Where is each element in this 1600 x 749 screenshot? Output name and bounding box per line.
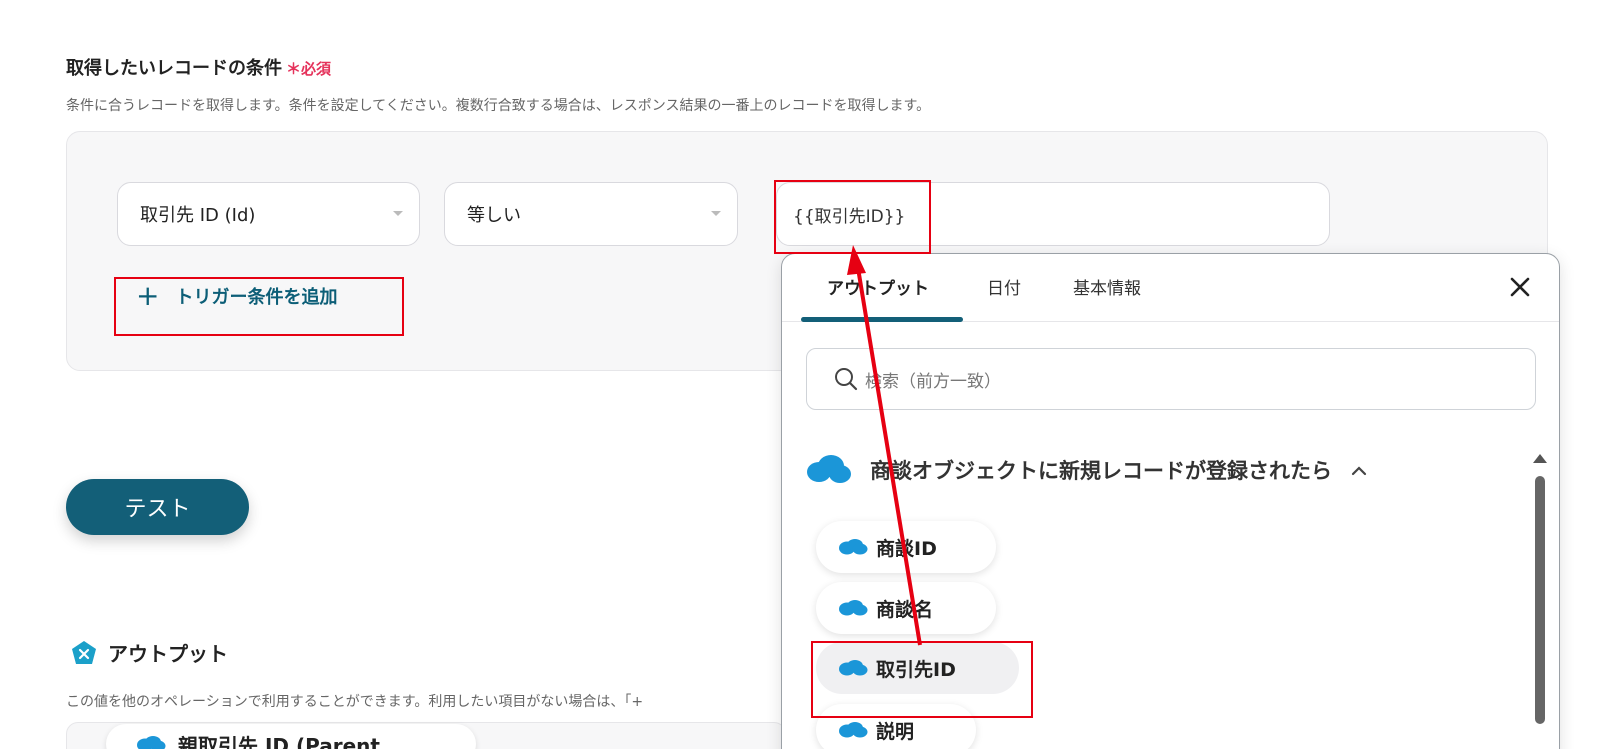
scroll-up-arrow-icon[interactable] [1533,454,1547,463]
chevron-down-icon [711,211,721,216]
output-item-label: 親取引先 ID (Parent… [178,733,400,749]
group-header[interactable]: 商談オブジェクトに新規レコードが登録されたら [806,454,1368,486]
field-select-value: 取引先 ID (Id) [140,205,256,226]
variable-picker-popup: アウトプット 日付 基本情報 検索（前方一致） 商談オブジェクトに新規レコードが… [781,253,1560,749]
tab-date[interactable]: 日付 [987,274,1021,299]
output-title-text: アウトプット [108,642,228,666]
search-input[interactable]: 検索（前方一致） [806,348,1536,410]
popup-tabs: アウトプット 日付 基本情報 [782,254,1559,322]
salesforce-cloud-icon [807,455,851,483]
item-label: 商談名 [876,598,934,621]
item-label: 取引先ID [876,658,956,681]
operator-select-value: 等しい [467,205,521,226]
salesforce-cloud-icon [839,600,868,616]
field-select[interactable]: 取引先 ID (Id) [117,182,420,246]
condition-value-input[interactable]: {{取引先ID}} [776,182,1330,246]
output-item-opportunity-name[interactable]: 商談名 [816,582,996,634]
active-tab-indicator [801,317,963,322]
section-description: 条件に合うレコードを取得します。条件を設定してください。複数行合致する場合は、レ… [66,98,931,114]
close-icon[interactable] [1505,272,1535,302]
item-label: 商談ID [876,537,937,560]
group-title: 商談オブジェクトに新規レコードが登録されたら [870,459,1332,483]
test-button[interactable]: テスト [66,479,249,535]
salesforce-cloud-icon [137,736,166,749]
tab-output[interactable]: アウトプット [827,274,929,299]
plus-icon: + [136,279,160,312]
output-section-title: アウトプット [70,638,228,667]
output-item-description[interactable]: 説明 [816,704,976,749]
search-placeholder: 検索（前方一致） [865,371,1001,392]
scrollbar[interactable] [1533,454,1547,724]
output-item-opportunity-id[interactable]: 商談ID [816,521,996,573]
add-trigger-condition-button[interactable]: + トリガー条件を追加 [136,282,337,310]
output-item-chip[interactable]: 親取引先 ID (Parent… [106,724,476,749]
output-pentagon-icon [72,640,96,664]
required-mark: ＊必須 [286,60,332,78]
chevron-up-icon [1351,466,1367,476]
operator-select[interactable]: 等しい [444,182,738,246]
section-title: 取得したいレコードの条件 ＊必須 [66,54,331,80]
tab-basic-info[interactable]: 基本情報 [1073,274,1141,299]
salesforce-cloud-icon [839,539,868,555]
condition-value-text: {{取引先ID}} [793,206,906,227]
salesforce-cloud-icon [839,660,868,676]
salesforce-cloud-icon [839,722,868,738]
add-trigger-label: トリガー条件を追加 [175,287,338,308]
output-description: この値を他のオペレーションで利用することができます。利用したい項目がない場合は、… [66,694,644,710]
section-title-text: 取得したいレコードの条件 [66,58,282,79]
chevron-down-icon [393,211,403,216]
output-item-account-id[interactable]: 取引先ID [816,642,1019,694]
search-icon [835,368,858,391]
item-label: 説明 [876,720,915,743]
scrollbar-thumb[interactable] [1535,476,1545,724]
